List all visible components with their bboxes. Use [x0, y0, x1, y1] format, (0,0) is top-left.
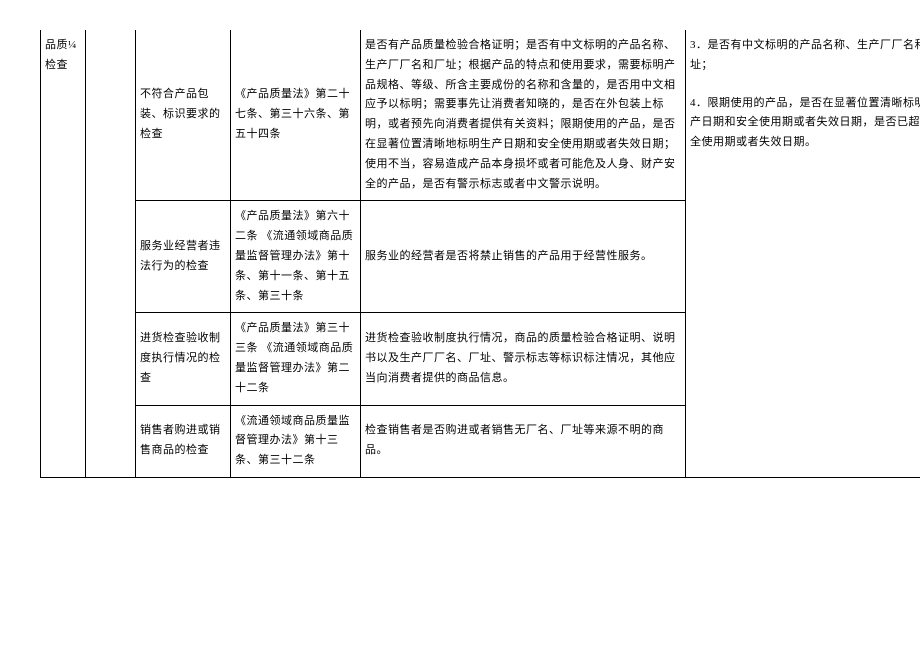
right-extra-cell: 3．是否有中文标明的产品名称、生产厂厂名和厂址； 4．限期使用的产品，是否在显著… [686, 30, 920, 477]
item-cell: 服务业经营者违法行为的检查 [136, 201, 231, 313]
basis-cell: 《产品质量法》第三十三条 《流通领域商品质量监督管理办法》第二十二条 [231, 313, 361, 405]
content-cell: 检查销售者是否购进或者销售无厂名、厂址等来源不明的商品。 [361, 405, 686, 477]
right-extra-text-1: 3．是否有中文标明的产品名称、生产厂厂名和厂址； [690, 36, 920, 76]
group-header-cell: 品质¼检查 [41, 30, 86, 477]
content-cell: 服务业的经营者是否将禁止销售的产品用于经营性服务。 [361, 201, 686, 313]
basis-cell: 《产品质量法》第二十七条、第三十六条、第五十四条 [231, 30, 361, 201]
content-cell: 是否有产品质量检验合格证明；是否有中文标明的产品名称、生产厂厂名和厂址；根据产品… [361, 30, 686, 201]
item-cell: 销售者购进或销售商品的检查 [136, 405, 231, 477]
right-extra-text-2: 4．限期使用的产品，是否在显著位置清晰标明生产日期和安全使用期或者失效日期，是否… [690, 94, 920, 153]
basis-cell: 《产品质量法》第六十二条 《流通领域商品质量监督管理办法》第十条、第十一条、第十… [231, 201, 361, 313]
regulation-table: 品质¼检查 不符合产品包装、标识要求的检查 《产品质量法》第二十七条、第三十六条… [40, 30, 920, 478]
table-row: 品质¼检查 不符合产品包装、标识要求的检查 《产品质量法》第二十七条、第三十六条… [41, 30, 920, 201]
content-cell: 进货检查验收制度执行情况，商品的质量检验合格证明、说明书以及生产厂厂名、厂址、警… [361, 313, 686, 405]
spacer-cell [86, 30, 136, 477]
item-cell: 进货检查验收制度执行情况的检查 [136, 313, 231, 405]
basis-cell: 《流通领域商品质量监督管理办法》第十三条、第三十二条 [231, 405, 361, 477]
item-cell: 不符合产品包装、标识要求的检查 [136, 30, 231, 201]
